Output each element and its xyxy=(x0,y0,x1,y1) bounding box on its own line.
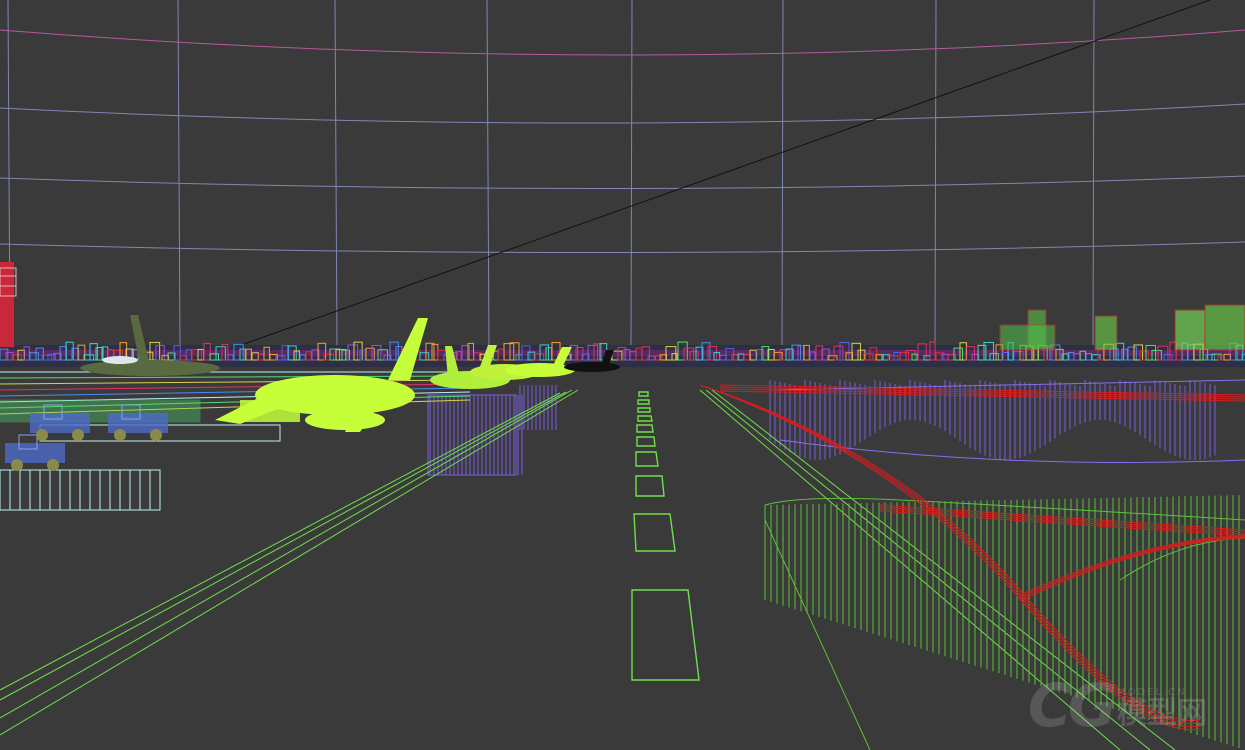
3d-viewport[interactable]: CG MODEL.CN 模型网 xyxy=(0,0,1245,750)
sky-grid-vertical xyxy=(630,0,633,346)
runway-mark xyxy=(633,513,676,552)
sky-grid-arc-4 xyxy=(0,241,1245,254)
taxiway-line xyxy=(879,510,1245,537)
sky-grid-vertical xyxy=(486,0,490,346)
wireframe-scene[interactable] xyxy=(0,0,1245,750)
sky-grid-vertical xyxy=(781,0,784,346)
sky-grid-vertical xyxy=(934,0,937,346)
taxiway-line xyxy=(1019,537,1245,602)
runway-edge-right xyxy=(711,389,1176,750)
taxiway-line xyxy=(1019,536,1245,600)
terminal-roof-line xyxy=(769,379,1245,391)
taxiway-line xyxy=(1019,535,1245,598)
taxiway-line xyxy=(879,508,1245,535)
taxiway-line xyxy=(879,506,1245,533)
runway-mark xyxy=(637,415,653,422)
runway-mark xyxy=(636,436,656,447)
runway-mark xyxy=(635,451,659,467)
runway-edge-left xyxy=(0,389,579,736)
runway-edge-left xyxy=(0,389,573,719)
runway-edge-right xyxy=(699,389,1121,750)
city-skyline xyxy=(0,304,1245,367)
tug-wheel xyxy=(11,459,23,471)
tug-wheel xyxy=(36,429,48,441)
runway-mark xyxy=(636,424,654,433)
runway-mark xyxy=(637,399,650,405)
sky-dome-grid xyxy=(0,0,1245,346)
tug-wheel xyxy=(47,459,59,471)
runway-edge-left xyxy=(0,391,567,701)
runway-mark xyxy=(637,407,651,413)
tug-wheel xyxy=(72,429,84,441)
sky-grid-arc-2 xyxy=(0,103,1245,124)
runway-mark xyxy=(631,589,700,681)
sky-grid-vertical xyxy=(334,0,338,346)
runway-centerline-markings xyxy=(631,391,700,681)
sky-grid-vertical xyxy=(1092,0,1095,346)
tug-wheel xyxy=(150,429,162,441)
sky-grid-arc-top xyxy=(0,29,1245,56)
runway-mark xyxy=(638,391,649,397)
runway-mark xyxy=(635,475,665,497)
sky-grid-arc-3 xyxy=(0,175,1245,190)
tug-wheel xyxy=(114,429,126,441)
aircraft-white xyxy=(102,356,138,364)
control-tower xyxy=(0,262,17,347)
sky-grid-vertical xyxy=(177,0,181,346)
aircraft-main xyxy=(215,318,428,432)
ground-edge xyxy=(764,519,871,750)
